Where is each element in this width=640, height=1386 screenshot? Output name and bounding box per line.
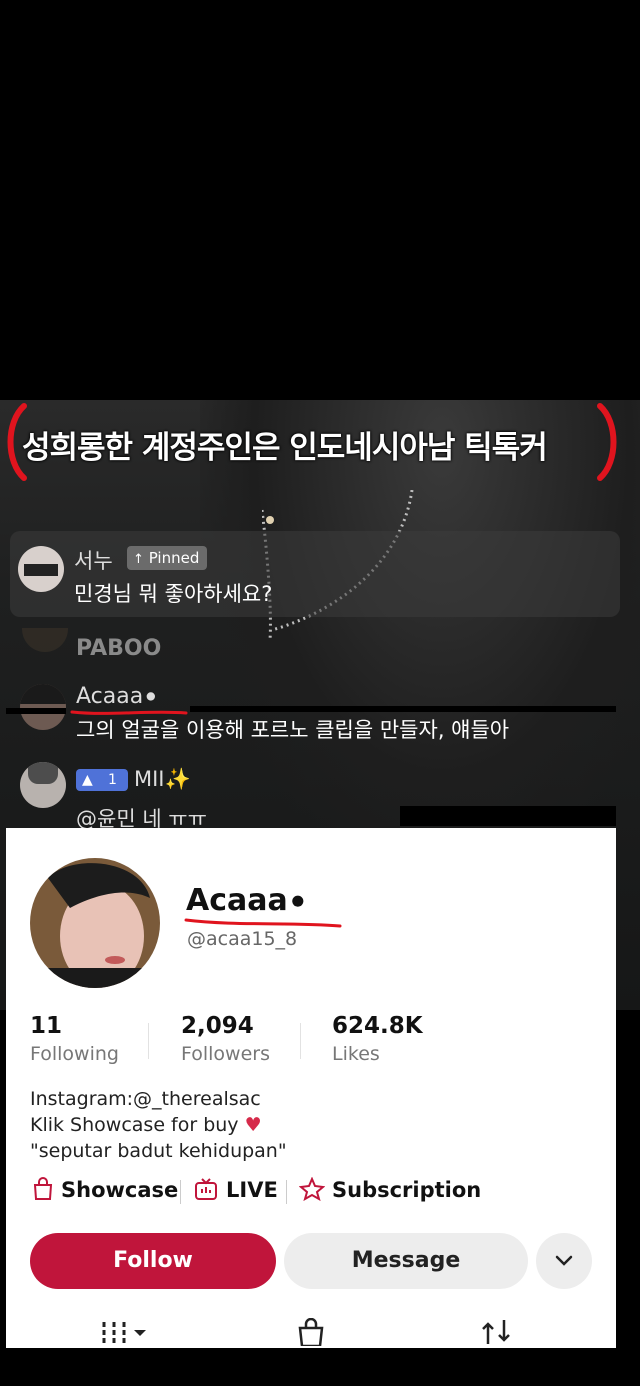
- pinned-badge-label: Pinned: [148, 549, 200, 567]
- link-separator: [286, 1180, 287, 1204]
- level-badge: ▲ 1: [76, 769, 128, 791]
- profile-avatar[interactable]: [30, 858, 160, 988]
- comment-message: 그의 얼굴을 이용해 포르노 클립을 만들자, 얘들아: [76, 718, 510, 742]
- likes-label: Likes: [332, 1043, 380, 1065]
- live-link[interactable]: LIVE: [226, 1178, 278, 1202]
- stat-divider: [148, 1023, 149, 1059]
- redaction-bar-3: [400, 806, 616, 826]
- profile-handle: @acaa15_8: [187, 928, 298, 950]
- pinned-user-name[interactable]: 서누: [74, 545, 113, 575]
- pinned-icon: ↑: [133, 552, 144, 567]
- subscription-icon: [299, 1177, 325, 1201]
- comment2-user-name[interactable]: MII✨: [134, 767, 191, 792]
- redaction-bar-2: [190, 706, 616, 712]
- pinned-message: 민경님 뭐 좋아하세요?: [74, 582, 273, 606]
- follow-button[interactable]: Follow: [30, 1233, 276, 1289]
- grid-icon[interactable]: [100, 1318, 150, 1346]
- profile-photo: [30, 858, 160, 988]
- caption-text: 성희롱한 계정주인은 인도네시아남 틱톡커: [22, 430, 548, 466]
- apple-icon: ⚫: [143, 687, 159, 708]
- redaction-bar: [6, 708, 66, 714]
- comment2-user-name-text: MII: [134, 767, 165, 791]
- followers-label[interactable]: Followers: [181, 1043, 270, 1065]
- level-number: 1: [108, 772, 117, 788]
- profile-name-text: Acaaa: [186, 883, 288, 918]
- bio-line-2: Klik Showcase for buy ♥: [30, 1114, 262, 1136]
- paboo-username: PABOO: [76, 636, 162, 661]
- level-icon: ▲: [82, 772, 93, 788]
- following-label[interactable]: Following: [30, 1043, 119, 1065]
- pinned-user-avatar[interactable]: [18, 546, 64, 592]
- link-separator: [180, 1180, 181, 1204]
- live-icon: [195, 1178, 217, 1200]
- shop-icon[interactable]: [296, 1318, 326, 1346]
- showcase-link[interactable]: Showcase: [61, 1178, 178, 1202]
- sparkle-icon: ✨: [164, 767, 191, 791]
- likes-count: 624.8K: [332, 1013, 423, 1039]
- lips-icon: ♥: [244, 1114, 262, 1136]
- repost-icon[interactable]: [480, 1318, 516, 1346]
- bio-line-1: Instagram:@_therealsac: [30, 1088, 261, 1110]
- right-annotation-bracket: [597, 403, 617, 481]
- caption-overlay: 성희롱한 계정주인은 인도네시아남 틱톡커: [0, 400, 640, 480]
- following-count[interactable]: 11: [30, 1013, 62, 1039]
- stat-divider: [300, 1023, 301, 1059]
- pinned-badge: ↑ Pinned: [127, 546, 208, 570]
- comment-user-avatar[interactable]: [20, 684, 66, 730]
- bio-line-3: "seputar badut kehidupan": [30, 1140, 287, 1162]
- subscription-link[interactable]: Subscription: [332, 1178, 481, 1202]
- followers-count[interactable]: 2,094: [181, 1013, 254, 1039]
- comment2-user-avatar[interactable]: [20, 762, 66, 808]
- bio-line-2-text: Klik Showcase for buy: [30, 1114, 239, 1136]
- bag-icon: [33, 1177, 53, 1200]
- profile-name: Acaaa⚫: [186, 883, 308, 918]
- chevron-down-icon: [555, 1255, 573, 1266]
- message-button[interactable]: Message: [284, 1233, 528, 1289]
- more-options-button[interactable]: [536, 1233, 592, 1289]
- apple-icon: ⚫: [287, 888, 308, 916]
- profile-card: Acaaa⚫ @acaa15_8 11 Following 2,094 Foll…: [6, 828, 616, 1348]
